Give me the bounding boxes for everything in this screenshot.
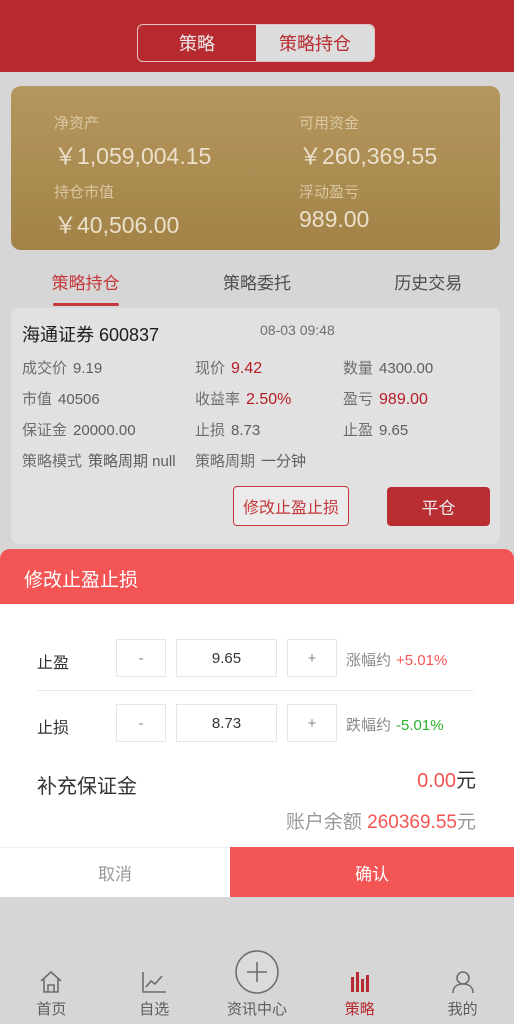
account-balance-label: 账户余额 <box>285 812 362 833</box>
stop-loss-hint: 跌幅约 -5.01% <box>346 714 444 735</box>
modal-header: 修改止盈止损 <box>0 549 514 604</box>
stop-loss-hint-label: 跌幅约 <box>346 717 392 734</box>
stop-loss-label: 止损 <box>37 720 70 737</box>
supplement-margin: 0.00元 <box>417 764 476 793</box>
take-profit-input[interactable]: 9.65 <box>176 639 277 677</box>
take-profit-hint: 涨幅约 +5.01% <box>346 649 447 670</box>
take-profit-hint-label: 涨幅约 <box>346 652 392 669</box>
stop-loss-hint-value: -5.01% <box>396 717 444 734</box>
account-balance-value: 260369.55 <box>367 812 457 833</box>
supplement-margin-unit: 元 <box>456 770 476 792</box>
confirm-button[interactable]: 确认 <box>230 847 514 897</box>
take-profit-minus-button[interactable]: - <box>116 639 166 677</box>
row-divider <box>37 690 474 691</box>
stop-loss-minus-button[interactable]: - <box>116 704 166 742</box>
account-balance: 账户余额 260369.55元 <box>286 807 476 834</box>
modal-title: 修改止盈止损 <box>24 570 139 591</box>
account-balance-unit: 元 <box>456 812 476 833</box>
take-profit-plus-button[interactable]: + <box>287 639 337 677</box>
supplement-margin-label: 补充保证金 <box>37 776 137 798</box>
supplement-margin-value: 0.00 <box>417 770 456 792</box>
stop-loss-plus-button[interactable]: + <box>287 704 337 742</box>
take-profit-label: 止盈 <box>37 655 70 672</box>
take-profit-hint-value: +5.01% <box>396 652 448 669</box>
modal-body: 止盈 - 9.65 + 涨幅约 +5.01% 止损 - 8.73 + 跌幅约 -5.… <box>0 604 514 847</box>
stop-loss-input[interactable]: 8.73 <box>176 704 277 742</box>
cancel-button[interactable]: 取消 <box>0 847 230 897</box>
